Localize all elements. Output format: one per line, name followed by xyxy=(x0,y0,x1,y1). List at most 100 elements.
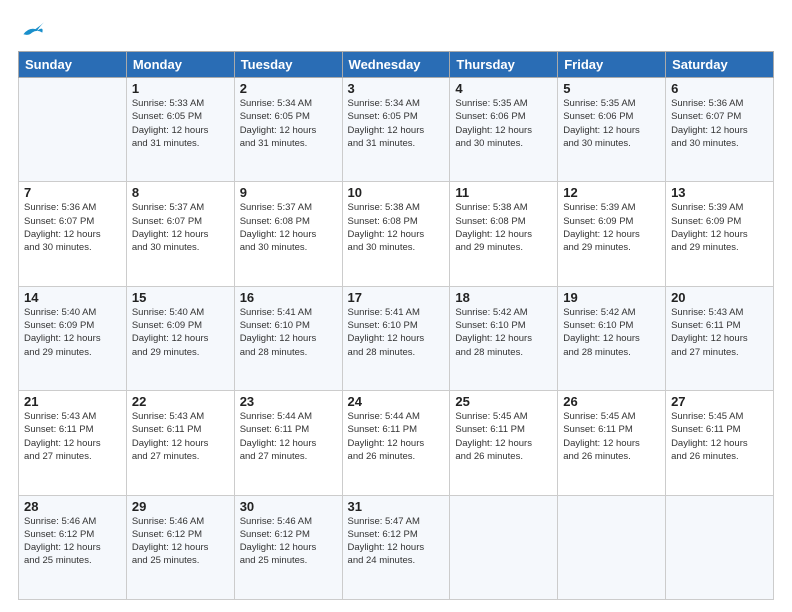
day-number: 8 xyxy=(132,185,229,200)
calendar-week-row: 7Sunrise: 5:36 AM Sunset: 6:07 PM Daylig… xyxy=(19,182,774,286)
day-info: Sunrise: 5:37 AM Sunset: 6:08 PM Dayligh… xyxy=(240,201,337,254)
day-info: Sunrise: 5:45 AM Sunset: 6:11 PM Dayligh… xyxy=(455,410,552,463)
day-number: 29 xyxy=(132,499,229,514)
day-info: Sunrise: 5:46 AM Sunset: 6:12 PM Dayligh… xyxy=(132,515,229,568)
day-number: 4 xyxy=(455,81,552,96)
weekday-header: Tuesday xyxy=(234,52,342,78)
day-number: 11 xyxy=(455,185,552,200)
day-info: Sunrise: 5:45 AM Sunset: 6:11 PM Dayligh… xyxy=(671,410,768,463)
weekday-header: Sunday xyxy=(19,52,127,78)
day-number: 22 xyxy=(132,394,229,409)
day-number: 21 xyxy=(24,394,121,409)
day-info: Sunrise: 5:36 AM Sunset: 6:07 PM Dayligh… xyxy=(24,201,121,254)
calendar-cell: 29Sunrise: 5:46 AM Sunset: 6:12 PM Dayli… xyxy=(126,495,234,599)
day-info: Sunrise: 5:46 AM Sunset: 6:12 PM Dayligh… xyxy=(24,515,121,568)
day-info: Sunrise: 5:41 AM Sunset: 6:10 PM Dayligh… xyxy=(240,306,337,359)
day-info: Sunrise: 5:39 AM Sunset: 6:09 PM Dayligh… xyxy=(563,201,660,254)
day-number: 5 xyxy=(563,81,660,96)
calendar-cell: 10Sunrise: 5:38 AM Sunset: 6:08 PM Dayli… xyxy=(342,182,450,286)
calendar-cell: 21Sunrise: 5:43 AM Sunset: 6:11 PM Dayli… xyxy=(19,391,127,495)
day-info: Sunrise: 5:46 AM Sunset: 6:12 PM Dayligh… xyxy=(240,515,337,568)
day-number: 13 xyxy=(671,185,768,200)
day-info: Sunrise: 5:37 AM Sunset: 6:07 PM Dayligh… xyxy=(132,201,229,254)
calendar-week-row: 28Sunrise: 5:46 AM Sunset: 6:12 PM Dayli… xyxy=(19,495,774,599)
calendar-cell: 17Sunrise: 5:41 AM Sunset: 6:10 PM Dayli… xyxy=(342,286,450,390)
day-info: Sunrise: 5:44 AM Sunset: 6:11 PM Dayligh… xyxy=(348,410,445,463)
calendar-cell: 27Sunrise: 5:45 AM Sunset: 6:11 PM Dayli… xyxy=(666,391,774,495)
day-number: 6 xyxy=(671,81,768,96)
day-number: 23 xyxy=(240,394,337,409)
calendar-cell: 15Sunrise: 5:40 AM Sunset: 6:09 PM Dayli… xyxy=(126,286,234,390)
weekday-header-row: SundayMondayTuesdayWednesdayThursdayFrid… xyxy=(19,52,774,78)
day-number: 2 xyxy=(240,81,337,96)
day-info: Sunrise: 5:43 AM Sunset: 6:11 PM Dayligh… xyxy=(671,306,768,359)
calendar-cell: 19Sunrise: 5:42 AM Sunset: 6:10 PM Dayli… xyxy=(558,286,666,390)
calendar-cell xyxy=(19,78,127,182)
day-info: Sunrise: 5:40 AM Sunset: 6:09 PM Dayligh… xyxy=(132,306,229,359)
day-info: Sunrise: 5:35 AM Sunset: 6:06 PM Dayligh… xyxy=(455,97,552,150)
day-number: 31 xyxy=(348,499,445,514)
day-number: 16 xyxy=(240,290,337,305)
logo xyxy=(18,18,44,41)
calendar-cell: 3Sunrise: 5:34 AM Sunset: 6:05 PM Daylig… xyxy=(342,78,450,182)
day-number: 20 xyxy=(671,290,768,305)
day-number: 15 xyxy=(132,290,229,305)
weekday-header: Saturday xyxy=(666,52,774,78)
calendar-cell: 9Sunrise: 5:37 AM Sunset: 6:08 PM Daylig… xyxy=(234,182,342,286)
day-number: 12 xyxy=(563,185,660,200)
day-info: Sunrise: 5:34 AM Sunset: 6:05 PM Dayligh… xyxy=(240,97,337,150)
weekday-header: Wednesday xyxy=(342,52,450,78)
calendar-cell: 25Sunrise: 5:45 AM Sunset: 6:11 PM Dayli… xyxy=(450,391,558,495)
day-info: Sunrise: 5:47 AM Sunset: 6:12 PM Dayligh… xyxy=(348,515,445,568)
calendar-table: SundayMondayTuesdayWednesdayThursdayFrid… xyxy=(18,51,774,600)
day-info: Sunrise: 5:39 AM Sunset: 6:09 PM Dayligh… xyxy=(671,201,768,254)
day-number: 3 xyxy=(348,81,445,96)
day-number: 25 xyxy=(455,394,552,409)
day-info: Sunrise: 5:34 AM Sunset: 6:05 PM Dayligh… xyxy=(348,97,445,150)
day-number: 10 xyxy=(348,185,445,200)
day-number: 1 xyxy=(132,81,229,96)
calendar-cell: 14Sunrise: 5:40 AM Sunset: 6:09 PM Dayli… xyxy=(19,286,127,390)
calendar-week-row: 14Sunrise: 5:40 AM Sunset: 6:09 PM Dayli… xyxy=(19,286,774,390)
day-info: Sunrise: 5:40 AM Sunset: 6:09 PM Dayligh… xyxy=(24,306,121,359)
calendar-cell: 18Sunrise: 5:42 AM Sunset: 6:10 PM Dayli… xyxy=(450,286,558,390)
weekday-header: Thursday xyxy=(450,52,558,78)
calendar-cell: 23Sunrise: 5:44 AM Sunset: 6:11 PM Dayli… xyxy=(234,391,342,495)
day-info: Sunrise: 5:38 AM Sunset: 6:08 PM Dayligh… xyxy=(455,201,552,254)
calendar-cell: 22Sunrise: 5:43 AM Sunset: 6:11 PM Dayli… xyxy=(126,391,234,495)
day-number: 24 xyxy=(348,394,445,409)
calendar-cell: 6Sunrise: 5:36 AM Sunset: 6:07 PM Daylig… xyxy=(666,78,774,182)
calendar-cell: 24Sunrise: 5:44 AM Sunset: 6:11 PM Dayli… xyxy=(342,391,450,495)
day-number: 18 xyxy=(455,290,552,305)
calendar-cell: 2Sunrise: 5:34 AM Sunset: 6:05 PM Daylig… xyxy=(234,78,342,182)
day-info: Sunrise: 5:36 AM Sunset: 6:07 PM Dayligh… xyxy=(671,97,768,150)
weekday-header: Monday xyxy=(126,52,234,78)
day-number: 9 xyxy=(240,185,337,200)
calendar-cell: 1Sunrise: 5:33 AM Sunset: 6:05 PM Daylig… xyxy=(126,78,234,182)
day-number: 28 xyxy=(24,499,121,514)
day-number: 30 xyxy=(240,499,337,514)
header xyxy=(18,18,774,41)
calendar-cell: 7Sunrise: 5:36 AM Sunset: 6:07 PM Daylig… xyxy=(19,182,127,286)
calendar-cell: 8Sunrise: 5:37 AM Sunset: 6:07 PM Daylig… xyxy=(126,182,234,286)
weekday-header: Friday xyxy=(558,52,666,78)
day-info: Sunrise: 5:42 AM Sunset: 6:10 PM Dayligh… xyxy=(563,306,660,359)
logo-text xyxy=(18,18,44,41)
calendar-cell: 28Sunrise: 5:46 AM Sunset: 6:12 PM Dayli… xyxy=(19,495,127,599)
logo-bird-icon xyxy=(20,20,44,40)
day-number: 27 xyxy=(671,394,768,409)
day-info: Sunrise: 5:43 AM Sunset: 6:11 PM Dayligh… xyxy=(24,410,121,463)
calendar-week-row: 1Sunrise: 5:33 AM Sunset: 6:05 PM Daylig… xyxy=(19,78,774,182)
calendar-week-row: 21Sunrise: 5:43 AM Sunset: 6:11 PM Dayli… xyxy=(19,391,774,495)
day-info: Sunrise: 5:38 AM Sunset: 6:08 PM Dayligh… xyxy=(348,201,445,254)
calendar-cell: 31Sunrise: 5:47 AM Sunset: 6:12 PM Dayli… xyxy=(342,495,450,599)
calendar-cell xyxy=(666,495,774,599)
day-info: Sunrise: 5:33 AM Sunset: 6:05 PM Dayligh… xyxy=(132,97,229,150)
day-info: Sunrise: 5:42 AM Sunset: 6:10 PM Dayligh… xyxy=(455,306,552,359)
day-info: Sunrise: 5:44 AM Sunset: 6:11 PM Dayligh… xyxy=(240,410,337,463)
day-number: 19 xyxy=(563,290,660,305)
calendar-cell: 11Sunrise: 5:38 AM Sunset: 6:08 PM Dayli… xyxy=(450,182,558,286)
day-info: Sunrise: 5:43 AM Sunset: 6:11 PM Dayligh… xyxy=(132,410,229,463)
day-info: Sunrise: 5:41 AM Sunset: 6:10 PM Dayligh… xyxy=(348,306,445,359)
calendar-cell: 12Sunrise: 5:39 AM Sunset: 6:09 PM Dayli… xyxy=(558,182,666,286)
